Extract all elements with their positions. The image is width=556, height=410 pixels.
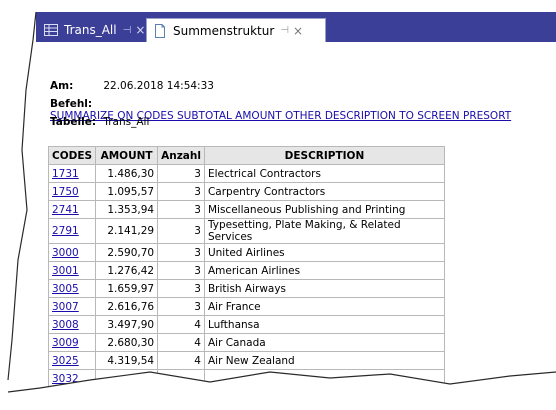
code-link[interactable]: 3032 — [52, 373, 79, 385]
table-row: 2741 1.353,94 3 Miscellaneous Publishing an… — [47, 200, 445, 219]
description-cell: Lufthansa — [203, 315, 445, 334]
tab-label: Trans_All — [64, 23, 117, 37]
close-icon[interactable]: × — [135, 23, 145, 37]
code-link[interactable]: 2791 — [52, 225, 79, 237]
count-cell: 3 — [157, 297, 205, 316]
code-link[interactable]: 3005 — [52, 283, 79, 295]
amount-cell: 1.276,42 — [95, 261, 159, 280]
table-row: 2791 2.141,29 3 Typesetting, Plate Making, … — [47, 218, 445, 244]
code-link[interactable]: 2741 — [52, 204, 79, 216]
document-icon — [153, 23, 167, 38]
tab-label: Summenstruktur — [173, 23, 275, 38]
table-row: 3009 2.680,30 4 Air Canada — [47, 333, 445, 352]
description-cell: Air New Zealand — [203, 351, 445, 370]
description-cell: Air Canada — [203, 333, 445, 352]
code-cell: 3007 — [47, 297, 97, 316]
table-header-row: CODES AMOUNT Anzahl DESCRIPTION — [47, 146, 445, 165]
code-link[interactable]: 3008 — [52, 319, 79, 331]
count-cell: 4 — [157, 351, 205, 370]
count-cell: 3 — [157, 218, 205, 244]
amount-cell: 1.353,94 — [95, 200, 159, 219]
amount-cell: 2.590,70 — [95, 243, 159, 262]
table-row: 3001 1.276,42 3 American Airlines — [47, 261, 445, 280]
code-link[interactable]: 1750 — [52, 186, 79, 198]
description-cell: Air France — [203, 297, 445, 316]
tabelle-label: Tabelle: — [50, 116, 97, 128]
table-icon — [44, 23, 58, 37]
amount-cell — [95, 369, 159, 388]
app-window: Trans_All ⊣ × Summenstruktur ⊣ × Am: 22.… — [0, 0, 556, 410]
column-header-codes[interactable]: CODES — [47, 146, 97, 165]
pin-icon[interactable]: ⊣ — [123, 25, 132, 36]
code-link[interactable]: 3025 — [52, 355, 79, 367]
column-header-amount[interactable]: AMOUNT — [95, 146, 159, 165]
amount-cell: 4.319,54 — [95, 351, 159, 370]
tab-strip: Trans_All ⊣ × Summenstruktur ⊣ × — [36, 12, 556, 42]
count-cell: 4 — [157, 315, 205, 334]
code-cell: 2741 — [47, 200, 97, 219]
amount-cell: 2.141,29 — [95, 218, 159, 244]
meta-am: Am: 22.06.2018 14:54:33 — [50, 80, 214, 92]
pin-icon[interactable]: ⊣ — [280, 25, 289, 36]
tab-trans-all[interactable]: Trans_All ⊣ × — [38, 18, 148, 42]
meta-tabelle: Tabelle: Trans_All — [50, 116, 149, 128]
description-cell: United Airlines — [203, 243, 445, 262]
code-cell: 3032 — [47, 369, 97, 388]
am-value: 22.06.2018 14:54:33 — [103, 80, 214, 92]
code-cell: 3000 — [47, 243, 97, 262]
code-cell: 1750 — [47, 182, 97, 201]
description-cell: Electrical Contractors — [203, 164, 445, 183]
amount-cell: 1.095,57 — [95, 182, 159, 201]
amount-cell: 1.659,97 — [95, 279, 159, 298]
description-cell: Miscellaneous Publishing and Printing — [203, 200, 445, 219]
table-row: 3007 2.616,76 3 Air France — [47, 297, 445, 316]
count-cell: 3 — [157, 164, 205, 183]
close-icon[interactable]: × — [293, 24, 303, 38]
code-link[interactable]: 1731 — [52, 168, 79, 180]
code-cell: 3001 — [47, 261, 97, 280]
column-header-description[interactable]: DESCRIPTION — [203, 146, 445, 165]
amount-cell: 2.680,30 — [95, 333, 159, 352]
code-link[interactable]: 3007 — [52, 301, 79, 313]
table-row: 3032 — [47, 369, 445, 388]
count-cell: 3 — [157, 200, 205, 219]
description-cell: Carpentry Contractors — [203, 182, 445, 201]
code-cell: 3025 — [47, 351, 97, 370]
tabelle-value: Trans_All — [103, 116, 150, 128]
table-row: 1731 1.486,30 3 Electrical Contractors — [47, 164, 445, 183]
code-link[interactable]: 3000 — [52, 247, 79, 259]
count-cell: 3 — [157, 243, 205, 262]
code-cell: 3009 — [47, 333, 97, 352]
tab-summenstruktur[interactable]: Summenstruktur ⊣ × — [146, 18, 326, 42]
code-cell: 1731 — [47, 164, 97, 183]
table-row: 1750 1.095,57 3 Carpentry Contractors — [47, 182, 445, 201]
am-label: Am: — [50, 80, 74, 92]
count-cell — [157, 369, 205, 388]
description-cell: American Airlines — [203, 261, 445, 280]
code-cell: 3005 — [47, 279, 97, 298]
code-cell: 2791 — [47, 218, 97, 244]
table-row: 3025 4.319,54 4 Air New Zealand — [47, 351, 445, 370]
report-view: Am: 22.06.2018 14:54:33 Befehl: SUMMARIZ… — [36, 42, 556, 410]
amount-cell: 3.497,90 — [95, 315, 159, 334]
amount-cell: 2.616,76 — [95, 297, 159, 316]
code-link[interactable]: 3001 — [52, 265, 79, 277]
amount-cell: 1.486,30 — [95, 164, 159, 183]
description-cell: British Airways — [203, 279, 445, 298]
count-cell: 3 — [157, 261, 205, 280]
count-cell: 4 — [157, 333, 205, 352]
befehl-label: Befehl: — [50, 98, 93, 110]
summary-table: CODES AMOUNT Anzahl DESCRIPTION 1731 1.48… — [47, 146, 445, 388]
description-cell — [203, 369, 445, 388]
description-cell: Typesetting, Plate Making, & Related Ser… — [203, 218, 445, 244]
table-row: 3005 1.659,97 3 British Airways — [47, 279, 445, 298]
count-cell: 3 — [157, 279, 205, 298]
count-cell: 3 — [157, 182, 205, 201]
table-row: 3000 2.590,70 3 United Airlines — [47, 243, 445, 262]
table-row: 3008 3.497,90 4 Lufthansa — [47, 315, 445, 334]
column-header-anzahl[interactable]: Anzahl — [157, 146, 205, 165]
code-cell: 3008 — [47, 315, 97, 334]
code-link[interactable]: 3009 — [52, 337, 79, 349]
